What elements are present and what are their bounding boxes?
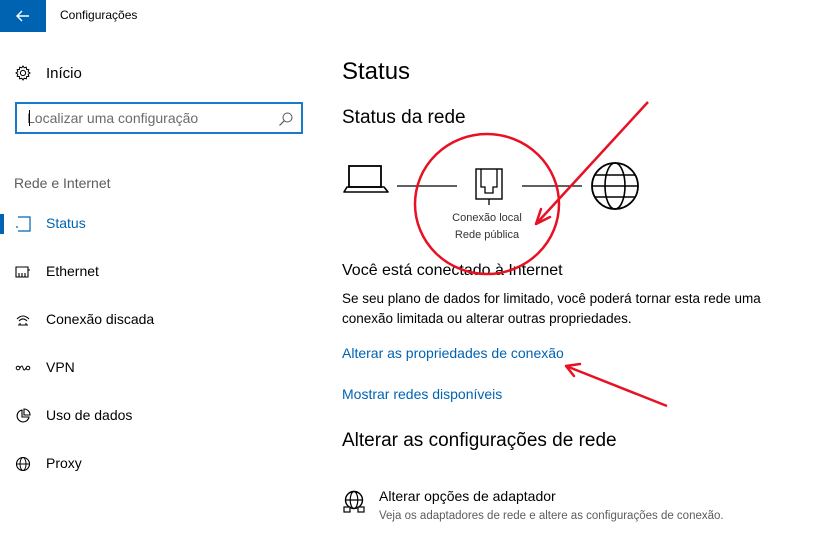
sidebar-item-label: VPN xyxy=(46,359,75,375)
sidebar: Início Rede e Internet Status xyxy=(0,32,320,541)
main-content: Status Status da rede Conexão local Rede… xyxy=(342,32,827,541)
network-status-title: Status da rede xyxy=(342,107,466,128)
change-network-settings-title: Alterar as configurações de rede xyxy=(342,430,617,451)
sidebar-item-data-usage[interactable]: Uso de dados xyxy=(0,396,320,436)
page-title: Status xyxy=(342,58,411,85)
network-type: Rede pública xyxy=(454,229,520,241)
search-field[interactable] xyxy=(15,102,303,134)
home-label: Início xyxy=(46,64,82,82)
selection-indicator xyxy=(0,214,4,234)
ethernet-icon xyxy=(14,263,32,281)
change-adapter-options-item[interactable]: Alterar opções de adaptador Veja os adap… xyxy=(342,484,782,528)
sidebar-item-status[interactable]: Status xyxy=(0,204,320,244)
connected-description: Se seu plano de dados for limitado, você… xyxy=(342,291,761,326)
gear-icon xyxy=(14,64,32,82)
sidebar-item-label: Ethernet xyxy=(46,263,99,279)
section-label: Rede e Internet xyxy=(14,175,111,191)
sidebar-item-proxy[interactable]: Proxy xyxy=(0,444,320,484)
show-available-networks-link[interactable]: Mostrar redes disponíveis xyxy=(342,386,502,402)
sidebar-item-label: Conexão discada xyxy=(46,311,155,327)
sidebar-item-dialup[interactable]: Conexão discada xyxy=(0,300,320,340)
ethernet-port-icon xyxy=(475,168,503,205)
sidebar-item-label: Status xyxy=(46,215,86,231)
status-icon xyxy=(14,215,32,233)
vpn-icon xyxy=(14,359,32,377)
home-item[interactable]: Início xyxy=(14,62,82,84)
connected-status-title: Você está conectado à Internet xyxy=(342,262,563,279)
title-bar: Configurações xyxy=(0,0,827,32)
adapter-options-label: Alterar opções de adaptador xyxy=(379,488,556,504)
laptop-icon xyxy=(343,165,389,193)
sidebar-item-label: Proxy xyxy=(46,455,82,471)
globe-icon xyxy=(591,162,639,210)
adapter-options-description: Veja os adaptadores de rede e altere as … xyxy=(379,510,724,522)
settings-window: Configurações Início Rede e Internet xyxy=(0,0,827,541)
dialup-icon xyxy=(14,311,32,329)
network-diagram-graphic xyxy=(343,162,639,210)
change-connection-properties-link[interactable]: Alterar as propriedades de conexão xyxy=(342,345,564,361)
connection-name: Conexão local xyxy=(452,212,522,224)
adapter-icon xyxy=(343,490,365,513)
text-caret xyxy=(29,110,30,126)
window-title: Configurações xyxy=(60,8,138,22)
globe-icon xyxy=(14,455,32,473)
network-diagram: Conexão local Rede pública xyxy=(342,157,652,247)
back-button[interactable] xyxy=(0,0,46,32)
data-usage-icon xyxy=(14,407,32,425)
sidebar-item-ethernet[interactable]: Ethernet xyxy=(0,252,320,292)
search-icon[interactable] xyxy=(278,111,294,127)
sidebar-item-vpn[interactable]: VPN xyxy=(0,348,320,388)
search-input[interactable] xyxy=(17,104,267,132)
back-arrow-icon xyxy=(16,10,29,22)
sidebar-item-label: Uso de dados xyxy=(46,407,133,423)
